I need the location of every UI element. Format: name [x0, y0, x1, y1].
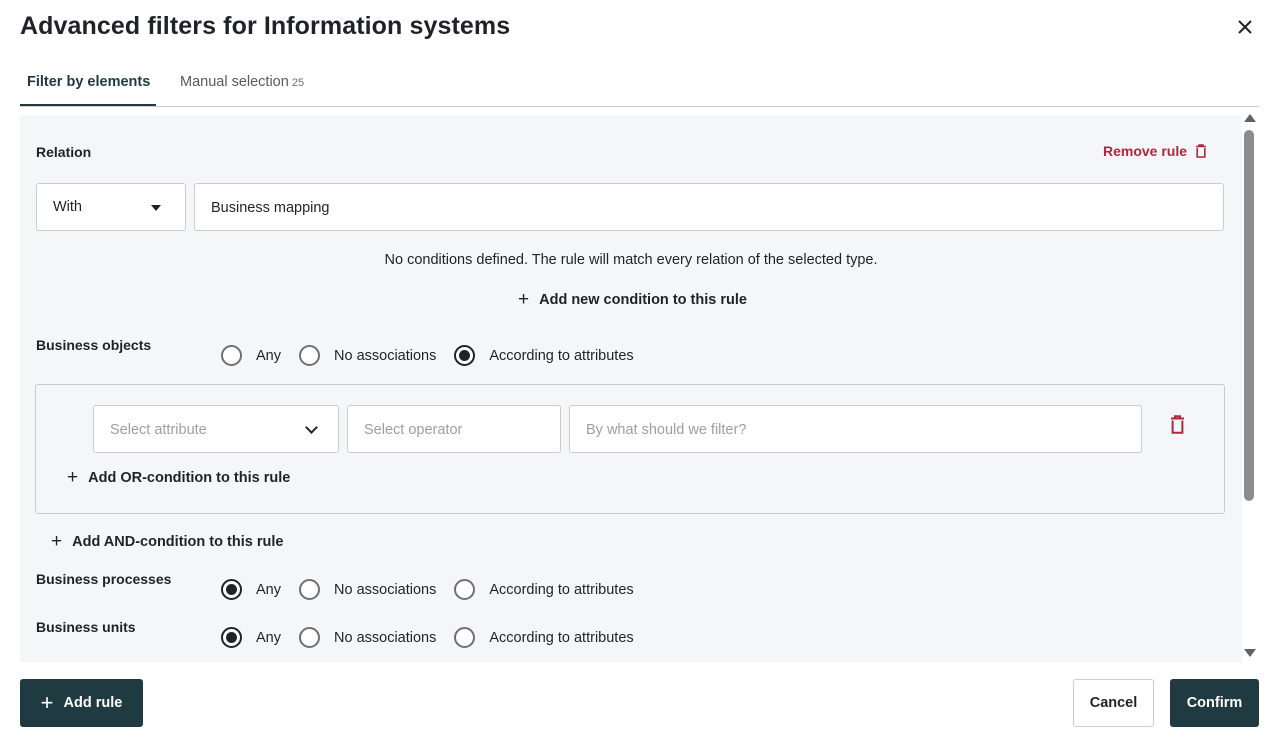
- tab-manual-selection[interactable]: Manual selection 25: [180, 66, 304, 106]
- plus-icon: +: [40, 690, 54, 715]
- add-new-condition-button[interactable]: + Add new condition to this rule: [518, 289, 747, 310]
- radio-business-units-any[interactable]: Any: [221, 627, 281, 648]
- condition-group: Select attribute Select operator By what…: [35, 384, 1225, 514]
- radio-business-units-by-attributes[interactable]: According to attributes: [454, 627, 634, 648]
- scroll-down-arrow-icon[interactable]: [1244, 649, 1256, 657]
- radio-business-objects-no-associations[interactable]: No associations: [299, 345, 436, 366]
- radio-circle: [299, 627, 320, 648]
- radio-business-processes-by-attributes[interactable]: According to attributes: [454, 579, 634, 600]
- delete-condition-button[interactable]: [1170, 415, 1185, 439]
- filter-value-placeholder: By what should we filter?: [586, 422, 747, 438]
- group-label-business-objects: Business objects: [36, 337, 152, 353]
- radio-circle: [221, 345, 242, 366]
- business-processes-radio-group: Any No associations According to attribu…: [221, 579, 634, 600]
- group-label-business-processes: Business processes: [36, 571, 172, 587]
- confirm-button[interactable]: Confirm: [1170, 679, 1259, 727]
- add-rule-button[interactable]: + Add rule: [20, 679, 143, 727]
- radio-circle-checked: [221, 579, 242, 600]
- radio-label: Any: [256, 581, 281, 598]
- radio-label: No associations: [334, 629, 437, 646]
- radio-label: No associations: [334, 581, 437, 598]
- add-or-condition-label: Add OR-condition to this rule: [88, 470, 291, 486]
- select-operator-dropdown[interactable]: Select operator: [347, 405, 561, 453]
- tab-label: Filter by elements: [27, 74, 151, 90]
- relation-direction-value: With: [53, 199, 82, 215]
- add-rule-label: Add rule: [63, 695, 123, 711]
- close-button[interactable]: [1234, 16, 1256, 38]
- close-icon: [1238, 20, 1252, 34]
- radio-circle-checked: [221, 627, 242, 648]
- radio-business-objects-any[interactable]: Any: [221, 345, 281, 366]
- radio-label: Any: [256, 629, 281, 646]
- radio-business-processes-any[interactable]: Any: [221, 579, 281, 600]
- relation-type-value: Business mapping: [211, 200, 330, 216]
- rule-panel: Relation Remove rule With Business mappi…: [20, 115, 1242, 662]
- relation-type-field[interactable]: Business mapping: [194, 183, 1224, 231]
- radio-label: According to attributes: [489, 581, 634, 598]
- selection-count-badge: 25: [291, 77, 305, 89]
- chevron-down-icon: [305, 421, 318, 434]
- plus-icon: +: [67, 467, 79, 488]
- radio-label: According to attributes: [489, 629, 634, 646]
- radio-business-processes-no-associations[interactable]: No associations: [299, 579, 436, 600]
- plus-icon: +: [51, 531, 63, 552]
- add-and-condition-button[interactable]: + Add AND-condition to this rule: [51, 531, 284, 552]
- dialog-title: Advanced filters for Information systems: [20, 12, 511, 40]
- cancel-button[interactable]: Cancel: [1073, 679, 1154, 727]
- add-new-condition-label: Add new condition to this rule: [539, 292, 747, 308]
- caret-down-icon: [151, 205, 161, 211]
- radio-business-units-no-associations[interactable]: No associations: [299, 627, 436, 648]
- add-and-condition-label: Add AND-condition to this rule: [72, 534, 284, 550]
- add-or-condition-button[interactable]: + Add OR-condition to this rule: [67, 467, 291, 488]
- radio-circle: [454, 627, 476, 648]
- select-attribute-dropdown[interactable]: Select attribute: [93, 405, 339, 453]
- plus-icon: +: [518, 289, 530, 310]
- remove-rule-label: Remove rule: [1103, 143, 1188, 159]
- no-conditions-note: No conditions defined. The rule will mat…: [384, 252, 878, 268]
- business-units-radio-group: Any No associations According to attribu…: [221, 627, 634, 648]
- scroll-up-arrow-icon[interactable]: [1244, 114, 1256, 122]
- filter-value-input[interactable]: By what should we filter?: [569, 405, 1142, 453]
- radio-circle: [299, 579, 320, 600]
- select-operator-placeholder: Select operator: [364, 422, 463, 438]
- relation-direction-select[interactable]: With: [36, 183, 186, 231]
- radio-business-objects-by-attributes[interactable]: According to attributes: [454, 345, 634, 366]
- radio-circle: [454, 579, 476, 600]
- tab-label: Manual selection: [180, 74, 289, 90]
- relation-label: Relation: [36, 144, 92, 160]
- radio-circle: [299, 345, 320, 366]
- business-objects-radio-group: Any No associations According to attribu…: [221, 345, 634, 366]
- tab-filter-by-elements[interactable]: Filter by elements: [20, 66, 156, 106]
- radio-label: No associations: [334, 347, 437, 364]
- radio-label: According to attributes: [489, 347, 634, 364]
- trash-icon: [1196, 144, 1207, 158]
- trash-icon: [1171, 415, 1184, 434]
- scrollbar-thumb[interactable]: [1244, 130, 1254, 501]
- radio-circle-checked: [454, 345, 476, 366]
- select-attribute-placeholder: Select attribute: [110, 422, 207, 438]
- radio-label: Any: [256, 347, 281, 364]
- remove-rule-button[interactable]: Remove rule: [1103, 143, 1207, 159]
- group-label-business-units: Business units: [36, 619, 136, 635]
- tab-bar: Filter by elements Manual selection 25: [20, 66, 1259, 107]
